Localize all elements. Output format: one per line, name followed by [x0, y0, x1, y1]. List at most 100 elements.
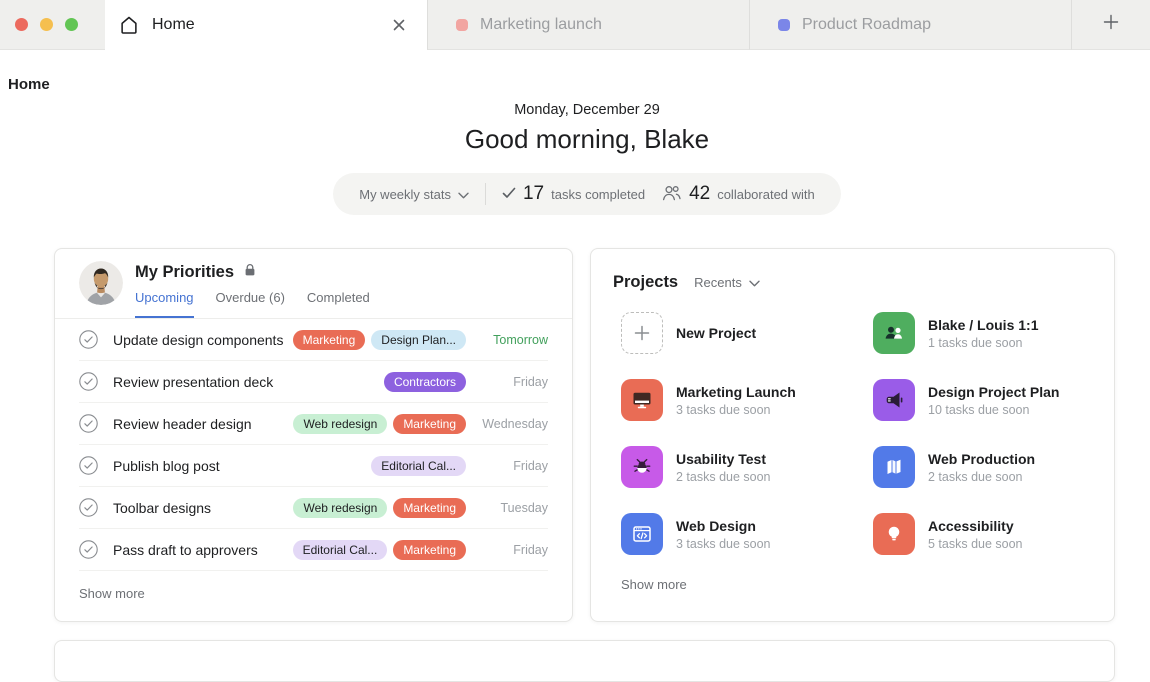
project-item[interactable]: Usability Test 2 tasks due soon — [621, 446, 863, 488]
task-tag[interactable]: Web redesign — [293, 498, 387, 518]
task-due-date: Wednesday — [476, 417, 548, 431]
recents-dropdown[interactable]: Recents — [694, 275, 760, 290]
task-title: Review presentation deck — [113, 374, 273, 390]
plus-icon — [1101, 12, 1121, 37]
task-tag[interactable]: Marketing — [293, 330, 366, 350]
plus-icon — [621, 312, 663, 354]
task-tag[interactable]: Marketing — [393, 414, 466, 434]
project-name: Marketing Launch — [676, 384, 796, 400]
divider — [485, 183, 486, 205]
tasks-completed-count: 17 — [523, 183, 544, 205]
home-icon — [118, 14, 140, 36]
priorities-tab-upcoming[interactable]: Upcoming — [135, 290, 194, 318]
widget-title: My Priorities — [135, 263, 234, 282]
task-check-icon[interactable] — [79, 414, 98, 433]
project-name: New Project — [676, 325, 756, 341]
task-title: Update design components — [113, 332, 283, 348]
task-title: Review header design — [113, 416, 252, 432]
task-check-icon[interactable] — [79, 498, 98, 517]
lightbulb-icon — [873, 513, 915, 555]
close-tab-icon[interactable] — [391, 17, 407, 33]
page-title: Home — [8, 76, 1150, 93]
task-title: Publish blog post — [113, 458, 220, 474]
monitor-icon — [621, 379, 663, 421]
project-item[interactable]: Design Project Plan10 tasks due soon — [873, 379, 1090, 421]
chevron-down-icon — [458, 187, 469, 202]
task-row[interactable]: Toolbar designs Web redesign Marketing Tues… — [79, 487, 548, 529]
minimize-window-button[interactable] — [40, 18, 53, 31]
task-row[interactable]: Review header design Web redesign Marketin… — [79, 403, 548, 445]
project-name: Web Production — [928, 451, 1035, 467]
project-name: Blake / Louis 1:1 — [928, 317, 1038, 333]
show-more-link[interactable]: Show more — [55, 571, 572, 616]
project-subtitle: 3 tasks due soon — [676, 537, 771, 551]
bug-icon — [621, 446, 663, 488]
task-tag[interactable]: Marketing — [393, 498, 466, 518]
show-more-link[interactable]: Show more — [621, 577, 1090, 592]
task-tag[interactable]: Web redesign — [293, 414, 387, 434]
project-subtitle: 2 tasks due soon — [676, 470, 771, 484]
priorities-tab-completed[interactable]: Completed — [307, 290, 370, 318]
my-priorities-widget: My Priorities Upcoming Overdue (6) Complet… — [54, 248, 573, 622]
project-name: Usability Test — [676, 451, 771, 467]
task-row[interactable]: Pass draft to approvers Editorial Cal...M… — [79, 529, 548, 571]
priorities-header: My Priorities Upcoming Overdue (6) Complet… — [55, 249, 572, 319]
project-item[interactable]: Web Production2 tasks due soon — [873, 446, 1090, 488]
greeting-block: Monday, December 29 Good morning, Blake … — [12, 102, 1150, 215]
project-item[interactable]: Web Design 3 tasks due soon — [621, 513, 863, 555]
tab-home[interactable]: Home — [105, 0, 427, 50]
task-tag[interactable]: Design Plan... — [371, 330, 466, 350]
task-meta: Web redesign Marketing Tuesday — [293, 498, 548, 518]
tab-label: Product Roadmap — [802, 16, 931, 34]
task-check-icon[interactable] — [79, 372, 98, 391]
task-due-date: Friday — [476, 459, 548, 473]
task-tag[interactable]: Contractors — [384, 372, 466, 392]
task-tag[interactable]: Editorial Cal... — [371, 456, 466, 476]
lock-icon — [244, 263, 256, 282]
tab-marketing-launch[interactable]: Marketing launch — [427, 0, 749, 50]
tab-color-dot — [778, 19, 790, 31]
task-tag[interactable]: Marketing — [393, 540, 466, 560]
task-row[interactable]: Review presentation deck Contractors Frida… — [79, 361, 548, 403]
task-check-icon[interactable] — [79, 456, 98, 475]
task-check-icon[interactable] — [79, 330, 98, 349]
new-project-button[interactable]: New Project — [621, 312, 863, 354]
task-title: Toolbar designs — [113, 500, 211, 516]
project-subtitle: 3 tasks due soon — [676, 403, 796, 417]
task-due-date: Tomorrow — [476, 333, 548, 347]
project-item[interactable]: Marketing Launch 3 tasks due soon — [621, 379, 863, 421]
zoom-window-button[interactable] — [65, 18, 78, 31]
project-item[interactable]: Accessibility5 tasks due soon — [873, 513, 1090, 555]
project-name: Web Design — [676, 518, 771, 534]
tab-product-roadmap[interactable]: Product Roadmap — [749, 0, 1071, 50]
project-item[interactable]: Blake / Louis 1:1 1 tasks due soon — [873, 312, 1090, 354]
project-name: Design Project Plan — [928, 384, 1059, 400]
task-check-icon[interactable] — [79, 540, 98, 559]
task-title: Pass draft to approvers — [113, 542, 258, 558]
collaborators-stat: 42 collaborated with — [661, 183, 815, 205]
new-tab-button[interactable] — [1071, 0, 1150, 50]
tab-label: Home — [152, 16, 195, 34]
projects-header: Projects Recents — [613, 273, 1090, 292]
task-meta: Contractors Friday — [384, 372, 548, 392]
task-tag[interactable]: Editorial Cal... — [293, 540, 388, 560]
task-due-date: Tuesday — [476, 501, 548, 515]
priorities-tab-overdue-6[interactable]: Overdue (6) — [216, 290, 285, 318]
megaphone-icon — [873, 379, 915, 421]
widget-title: Projects — [613, 273, 678, 292]
weekly-stats-dropdown[interactable]: My weekly stats — [359, 187, 469, 202]
close-window-button[interactable] — [15, 18, 28, 31]
task-due-date: Friday — [476, 375, 548, 389]
avatar[interactable] — [79, 261, 123, 305]
tasks-completed-label: tasks completed — [551, 187, 645, 202]
project-subtitle: 1 tasks due soon — [928, 336, 1038, 350]
check-icon — [502, 187, 516, 202]
task-meta: Editorial Cal... Friday — [371, 456, 548, 476]
collaborators-label: collaborated with — [717, 187, 815, 202]
task-meta: Web redesign Marketing Wednesday — [293, 414, 548, 434]
people-icon — [661, 185, 682, 204]
task-row[interactable]: Publish blog post Editorial Cal... Friday — [79, 445, 548, 487]
people-icon — [873, 312, 915, 354]
chevron-down-icon — [749, 275, 760, 290]
task-row[interactable]: Update design components MarketingDesign … — [79, 319, 548, 361]
